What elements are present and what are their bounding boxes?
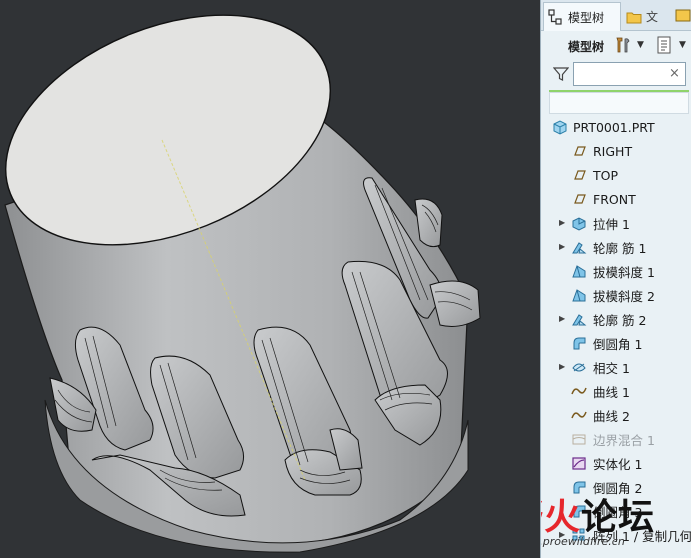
tree-item[interactable]: 拔模斜度 2 [541, 283, 691, 307]
curve-icon [571, 407, 587, 423]
draft-icon [571, 287, 587, 303]
show-options-dropdown[interactable]: ▼ [679, 38, 689, 52]
tree-item[interactable]: ▶ 轮廓 筋 2 [541, 307, 691, 331]
model-tree-icon [548, 9, 564, 25]
navigator-tabs: 模型树 文 [541, 0, 691, 31]
tree-item-label: 拔模斜度 2 [593, 288, 655, 304]
tab-file[interactable]: 文 [622, 2, 672, 31]
part-cube-icon [552, 119, 568, 135]
tree-item-label: 拉伸 1 [593, 216, 630, 232]
tree-item[interactable]: 倒圆角 2 [541, 475, 691, 499]
model-tree-toolbar: 模型树 ▼ ▼ [541, 32, 691, 58]
tree-item[interactable]: 边界混合 1 [541, 427, 691, 451]
round-icon [571, 479, 587, 495]
tree-item-label: FRONT [593, 191, 636, 207]
tree-item-label: 阵列 1 / 复制几何 [593, 528, 691, 544]
expand-arrow-icon[interactable]: ▶ [559, 530, 567, 540]
boundary-blend-icon [571, 431, 587, 447]
tree-root-item[interactable]: PRT0001.PRT [541, 115, 691, 139]
hammer-wrench-icon [616, 37, 630, 53]
tree-item[interactable]: ▶ 相交 1 [541, 355, 691, 379]
tree-settings-dropdown[interactable]: ▼ [637, 38, 647, 52]
expand-arrow-icon[interactable]: ▶ [559, 314, 567, 324]
tree-item[interactable]: 拔模斜度 1 [541, 259, 691, 283]
tree-item[interactable]: 倒圆角 1 [541, 331, 691, 355]
tree-item-label: 轮廓 筋 1 [593, 240, 647, 256]
filter-row: × [541, 60, 691, 88]
gear-part-model[interactable] [0, 0, 540, 558]
round-icon [571, 335, 587, 351]
tree-item-label: RIGHT [593, 143, 633, 159]
tree-item[interactable]: 曲线 2 [541, 403, 691, 427]
list-document-icon [657, 36, 671, 54]
folder-icon [626, 9, 642, 25]
datum-plane-icon [571, 167, 587, 183]
rib-icon [571, 311, 587, 327]
tree-root-label: PRT0001.PRT [573, 119, 655, 135]
tree-item-label: 拔模斜度 1 [593, 264, 655, 280]
toolbar-label: 模型树 [568, 40, 605, 54]
extrude-icon [571, 215, 587, 231]
tree-item-label: 轮廓 筋 2 [593, 312, 647, 328]
draft-icon [571, 263, 587, 279]
tree-item-label: 相交 1 [593, 360, 630, 376]
filter-funnel-icon[interactable] [552, 66, 570, 82]
tab-model-tree-label: 模型树 [568, 10, 605, 25]
round-icon [571, 503, 587, 519]
tree-item[interactable]: 倒圆角 3 [541, 499, 691, 523]
curve-icon [571, 383, 587, 399]
expand-arrow-icon[interactable]: ▶ [559, 218, 567, 228]
tree-settings-button[interactable] [613, 35, 633, 55]
intersect-icon [571, 359, 587, 375]
datum-plane-icon [571, 143, 587, 159]
pattern-icon [571, 527, 587, 543]
tree-item[interactable]: ▶ 阵列 1 / 复制几何 [541, 523, 691, 547]
graphics-viewport[interactable] [0, 0, 540, 558]
tab-file-label: 文 [646, 10, 659, 24]
tree-item-label: 倒圆角 3 [593, 504, 643, 520]
tree-item[interactable]: FRONT [541, 187, 691, 211]
tree-item[interactable]: ▶ 轮廓 筋 1 [541, 235, 691, 259]
tree-item[interactable]: ▶ 拉伸 1 [541, 211, 691, 235]
clear-search-button[interactable]: × [669, 66, 687, 81]
tree-item-label: 实体化 1 [593, 456, 643, 472]
tree-item-label: 曲线 2 [593, 408, 630, 424]
tree-item[interactable]: RIGHT [541, 139, 691, 163]
tree-item[interactable]: 曲线 1 [541, 379, 691, 403]
favorites-tab-icon[interactable] [675, 7, 691, 23]
datum-plane-icon [571, 191, 587, 207]
tab-model-tree[interactable]: 模型树 [543, 2, 621, 31]
tree-item-label: 边界混合 1 [593, 432, 655, 448]
tree-item[interactable]: TOP [541, 163, 691, 187]
tree-item-label: TOP [593, 167, 619, 183]
tree-item[interactable]: 实体化 1 [541, 451, 691, 475]
solidify-icon [571, 455, 587, 471]
tree-item-label: 倒圆角 1 [593, 336, 643, 352]
rib-icon [571, 239, 587, 255]
expand-arrow-icon[interactable]: ▶ [559, 362, 567, 372]
navigator-panel: 模型树 文 模型树 ▼ ▼ × PRT0001.PRT RIGHT TOP FR… [540, 0, 691, 558]
tree-item-label: 曲线 1 [593, 384, 630, 400]
expand-arrow-icon[interactable]: ▶ [559, 242, 567, 252]
tree-item-label: 倒圆角 2 [593, 480, 643, 496]
show-options-button[interactable] [654, 35, 674, 55]
tree-header-row [549, 92, 689, 114]
